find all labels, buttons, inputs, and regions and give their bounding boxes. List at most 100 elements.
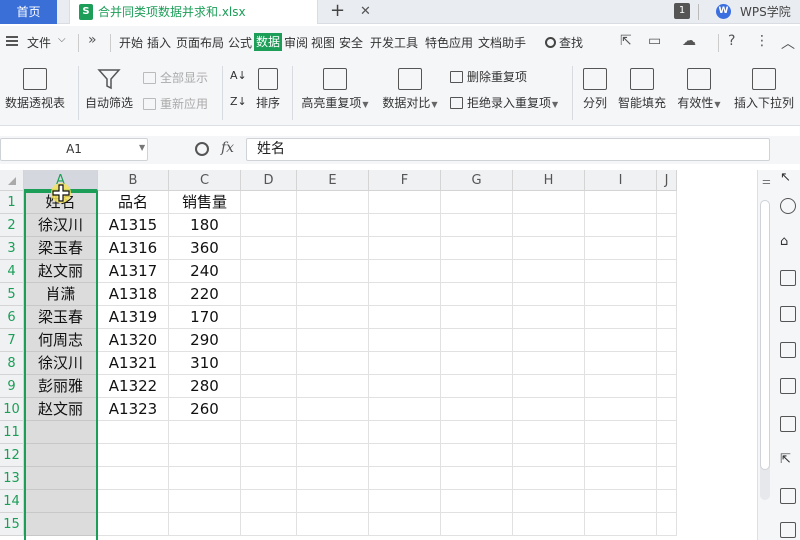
cell-h6[interactable] bbox=[513, 306, 585, 329]
cell-h8[interactable] bbox=[513, 352, 585, 375]
sort-descending-icon[interactable]: Z↓ bbox=[230, 95, 247, 108]
pivot-table-button[interactable]: 数据透视表 bbox=[3, 68, 67, 111]
auto-filter-button[interactable]: 自动筛选 bbox=[83, 68, 135, 111]
cell-i12[interactable] bbox=[585, 444, 657, 467]
column-header-e[interactable]: E bbox=[297, 170, 369, 191]
cell-e3[interactable] bbox=[297, 237, 369, 260]
zoom-icon[interactable] bbox=[195, 142, 209, 156]
cell-e15[interactable] bbox=[297, 513, 369, 536]
column-header-a[interactable]: A bbox=[24, 170, 98, 191]
cell-g1[interactable] bbox=[441, 191, 513, 214]
more-icon[interactable]: ⋮ bbox=[755, 33, 769, 49]
sort-ascending-icon[interactable]: A↓ bbox=[230, 69, 247, 82]
chevron-down-icon[interactable]: ▼ bbox=[139, 143, 145, 152]
row-header[interactable]: 7 bbox=[0, 329, 24, 352]
cell-c13[interactable] bbox=[169, 467, 241, 490]
cell-a3[interactable]: 梁玉春 bbox=[24, 237, 98, 260]
cell-f11[interactable] bbox=[369, 421, 441, 444]
column-header-g[interactable]: G bbox=[441, 170, 513, 191]
style-icon[interactable]: ⌂ bbox=[780, 234, 796, 250]
cell-d13[interactable] bbox=[241, 467, 297, 490]
data-validation-button[interactable]: 有效性▼ bbox=[676, 68, 722, 111]
cell-b2[interactable]: A1315 bbox=[98, 214, 169, 237]
cell-e10[interactable] bbox=[297, 398, 369, 421]
cell-h14[interactable] bbox=[513, 490, 585, 513]
cell-e14[interactable] bbox=[297, 490, 369, 513]
cell-e12[interactable] bbox=[297, 444, 369, 467]
cell-a13[interactable] bbox=[24, 467, 98, 490]
cell-c9[interactable]: 280 bbox=[169, 375, 241, 398]
cell-e11[interactable] bbox=[297, 421, 369, 444]
cell-j4[interactable] bbox=[657, 260, 677, 283]
delete-duplicates-button[interactable]: 删除重复项 bbox=[450, 68, 527, 85]
settings-icon[interactable] bbox=[780, 378, 796, 394]
cell-a9[interactable]: 彭丽雅 bbox=[24, 375, 98, 398]
select-all-corner[interactable] bbox=[0, 170, 24, 191]
layout-icon[interactable] bbox=[780, 342, 796, 358]
row-header[interactable]: 3 bbox=[0, 237, 24, 260]
cell-j2[interactable] bbox=[657, 214, 677, 237]
cell-a2[interactable]: 徐汉川 bbox=[24, 214, 98, 237]
cell-d9[interactable] bbox=[241, 375, 297, 398]
reapply-button[interactable]: 重新应用 bbox=[143, 95, 208, 112]
row-header[interactable]: 11 bbox=[0, 421, 24, 444]
cell-e13[interactable] bbox=[297, 467, 369, 490]
cell-g13[interactable] bbox=[441, 467, 513, 490]
tab-data[interactable]: 数据 bbox=[254, 33, 283, 51]
cell-f13[interactable] bbox=[369, 467, 441, 490]
cell-i1[interactable] bbox=[585, 191, 657, 214]
cell-f9[interactable] bbox=[369, 375, 441, 398]
cell-j12[interactable] bbox=[657, 444, 677, 467]
row-header[interactable]: 8 bbox=[0, 352, 24, 375]
row-header[interactable]: 14 bbox=[0, 490, 24, 513]
cell-i9[interactable] bbox=[585, 375, 657, 398]
cell-c4[interactable]: 240 bbox=[169, 260, 241, 283]
cell-g9[interactable] bbox=[441, 375, 513, 398]
cell-e2[interactable] bbox=[297, 214, 369, 237]
cell-b1[interactable]: 品名 bbox=[98, 191, 169, 214]
cell-f14[interactable] bbox=[369, 490, 441, 513]
cell-b9[interactable]: A1322 bbox=[98, 375, 169, 398]
cell-g14[interactable] bbox=[441, 490, 513, 513]
close-tab-icon[interactable]: ✕ bbox=[360, 0, 371, 24]
cell-b10[interactable]: A1323 bbox=[98, 398, 169, 421]
cell-f7[interactable] bbox=[369, 329, 441, 352]
cell-d1[interactable] bbox=[241, 191, 297, 214]
cell-c1[interactable]: 销售量 bbox=[169, 191, 241, 214]
save-icon[interactable]: ▭ bbox=[648, 33, 661, 49]
vertical-scrollbar[interactable] bbox=[760, 200, 770, 500]
cell-g3[interactable] bbox=[441, 237, 513, 260]
cell-i6[interactable] bbox=[585, 306, 657, 329]
cell-c14[interactable] bbox=[169, 490, 241, 513]
cell-h5[interactable] bbox=[513, 283, 585, 306]
cell-h1[interactable] bbox=[513, 191, 585, 214]
cell-j9[interactable] bbox=[657, 375, 677, 398]
cell-a1[interactable]: 姓名 bbox=[24, 191, 98, 214]
cell-c12[interactable] bbox=[169, 444, 241, 467]
search-button[interactable]: 查找 bbox=[545, 34, 583, 51]
cell-c8[interactable]: 310 bbox=[169, 352, 241, 375]
column-header-b[interactable]: B bbox=[98, 170, 169, 191]
cell-f15[interactable] bbox=[369, 513, 441, 536]
function-icon[interactable]: fx bbox=[221, 140, 234, 156]
cell-i2[interactable] bbox=[585, 214, 657, 237]
cell-h4[interactable] bbox=[513, 260, 585, 283]
cell-h15[interactable] bbox=[513, 513, 585, 536]
cell-g6[interactable] bbox=[441, 306, 513, 329]
cell-b12[interactable] bbox=[98, 444, 169, 467]
column-header-c[interactable]: C bbox=[169, 170, 241, 191]
cell-c6[interactable]: 170 bbox=[169, 306, 241, 329]
tab-insert[interactable]: 插入 bbox=[147, 34, 171, 51]
cell-b8[interactable]: A1321 bbox=[98, 352, 169, 375]
cell-a12[interactable] bbox=[24, 444, 98, 467]
cell-a5[interactable]: 肖潇 bbox=[24, 283, 98, 306]
formula-input[interactable]: 姓名 bbox=[246, 138, 770, 161]
row-header[interactable]: 9 bbox=[0, 375, 24, 398]
sort-button[interactable]: 排序 bbox=[254, 68, 282, 111]
cell-b6[interactable]: A1319 bbox=[98, 306, 169, 329]
cell-j14[interactable] bbox=[657, 490, 677, 513]
cell-c3[interactable]: 360 bbox=[169, 237, 241, 260]
column-header-f[interactable]: F bbox=[369, 170, 441, 191]
cell-d7[interactable] bbox=[241, 329, 297, 352]
pointer-icon[interactable]: ↖ bbox=[780, 170, 796, 186]
